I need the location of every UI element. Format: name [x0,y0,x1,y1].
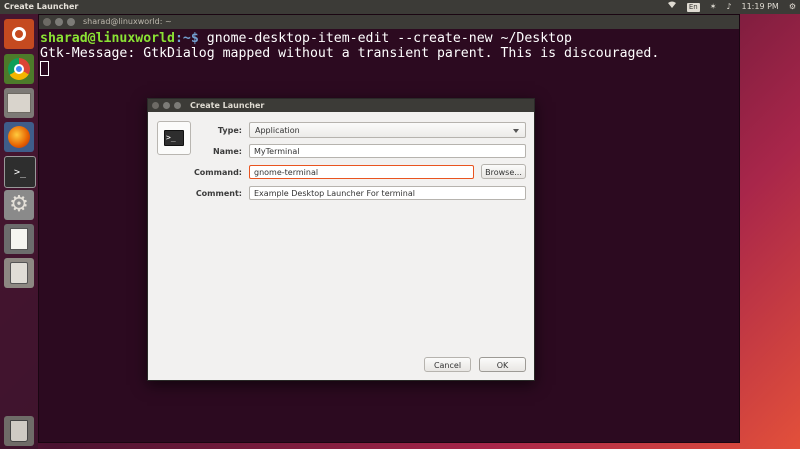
type-label: Type: [217,126,242,135]
indicator-area: En ✶ ♪ 11:19 PM ⚙ [667,0,796,14]
chevron-down-icon [513,129,519,133]
terminal-title: sharad@linuxworld: ~ [83,17,172,26]
name-label: Name: [212,147,242,156]
bluetooth-icon[interactable]: ✶ [710,0,717,14]
terminal-cursor [40,61,49,76]
type-value: Application [255,126,300,135]
wifi-icon[interactable] [667,0,677,14]
typed-command: gnome-desktop-item-edit --create-new ~/D… [206,31,572,46]
maximize-icon[interactable] [174,102,181,109]
name-field[interactable]: MyTerminal [249,144,526,158]
gear-icon[interactable]: ⚙ [789,0,796,14]
gtk-message: Gtk-Message: GtkDialog mapped without a … [40,46,660,61]
dialog-title: Create Launcher [190,101,265,110]
keyboard-layout-indicator[interactable]: En [686,2,700,12]
create-launcher-dialog[interactable]: Create Launcher >_ Type: Application Nam… [147,98,535,381]
text-editor-icon[interactable] [4,224,34,254]
terminal-icon: >_ [164,130,184,146]
top-panel: Create Launcher En ✶ ♪ 11:19 PM ⚙ [0,0,800,14]
minimize-icon[interactable] [163,102,170,109]
chrome-icon[interactable] [4,54,34,84]
prompt-user: sharad@linuxworld [40,31,175,46]
comment-label: Comment: [195,189,242,198]
maximize-icon[interactable] [67,18,75,26]
software-updater-icon[interactable] [4,258,34,288]
launcher: >_ ⚙ [0,14,38,449]
active-window-title: Create Launcher [4,2,79,11]
firefox-icon[interactable] [4,122,34,152]
dialog-titlebar[interactable]: Create Launcher [148,99,534,112]
prompt-path: :~$ [174,31,207,46]
ubuntu-dash-icon[interactable] [4,19,34,49]
files-icon[interactable] [4,88,34,118]
type-select[interactable]: Application [249,122,526,138]
terminal-output[interactable]: sharad@linuxworld:~$ gnome-desktop-item-… [39,29,739,78]
terminal-titlebar[interactable]: sharad@linuxworld: ~ [39,15,739,29]
system-settings-icon[interactable]: ⚙ [4,190,34,220]
comment-field[interactable]: Example Desktop Launcher For terminal [249,186,526,200]
volume-icon[interactable]: ♪ [726,0,731,14]
terminal-icon[interactable]: >_ [4,156,36,188]
close-icon[interactable] [152,102,159,109]
ok-button[interactable]: OK [479,357,526,372]
command-field[interactable]: gnome-terminal [249,165,474,179]
browse-button[interactable]: Browse... [481,164,526,179]
launcher-icon-button[interactable]: >_ [157,121,191,155]
minimize-icon[interactable] [55,18,63,26]
command-label: Command: [193,168,242,177]
close-icon[interactable] [43,18,51,26]
clock[interactable]: 11:19 PM [742,0,779,14]
trash-icon[interactable] [4,416,34,446]
cancel-button[interactable]: Cancel [424,357,471,372]
